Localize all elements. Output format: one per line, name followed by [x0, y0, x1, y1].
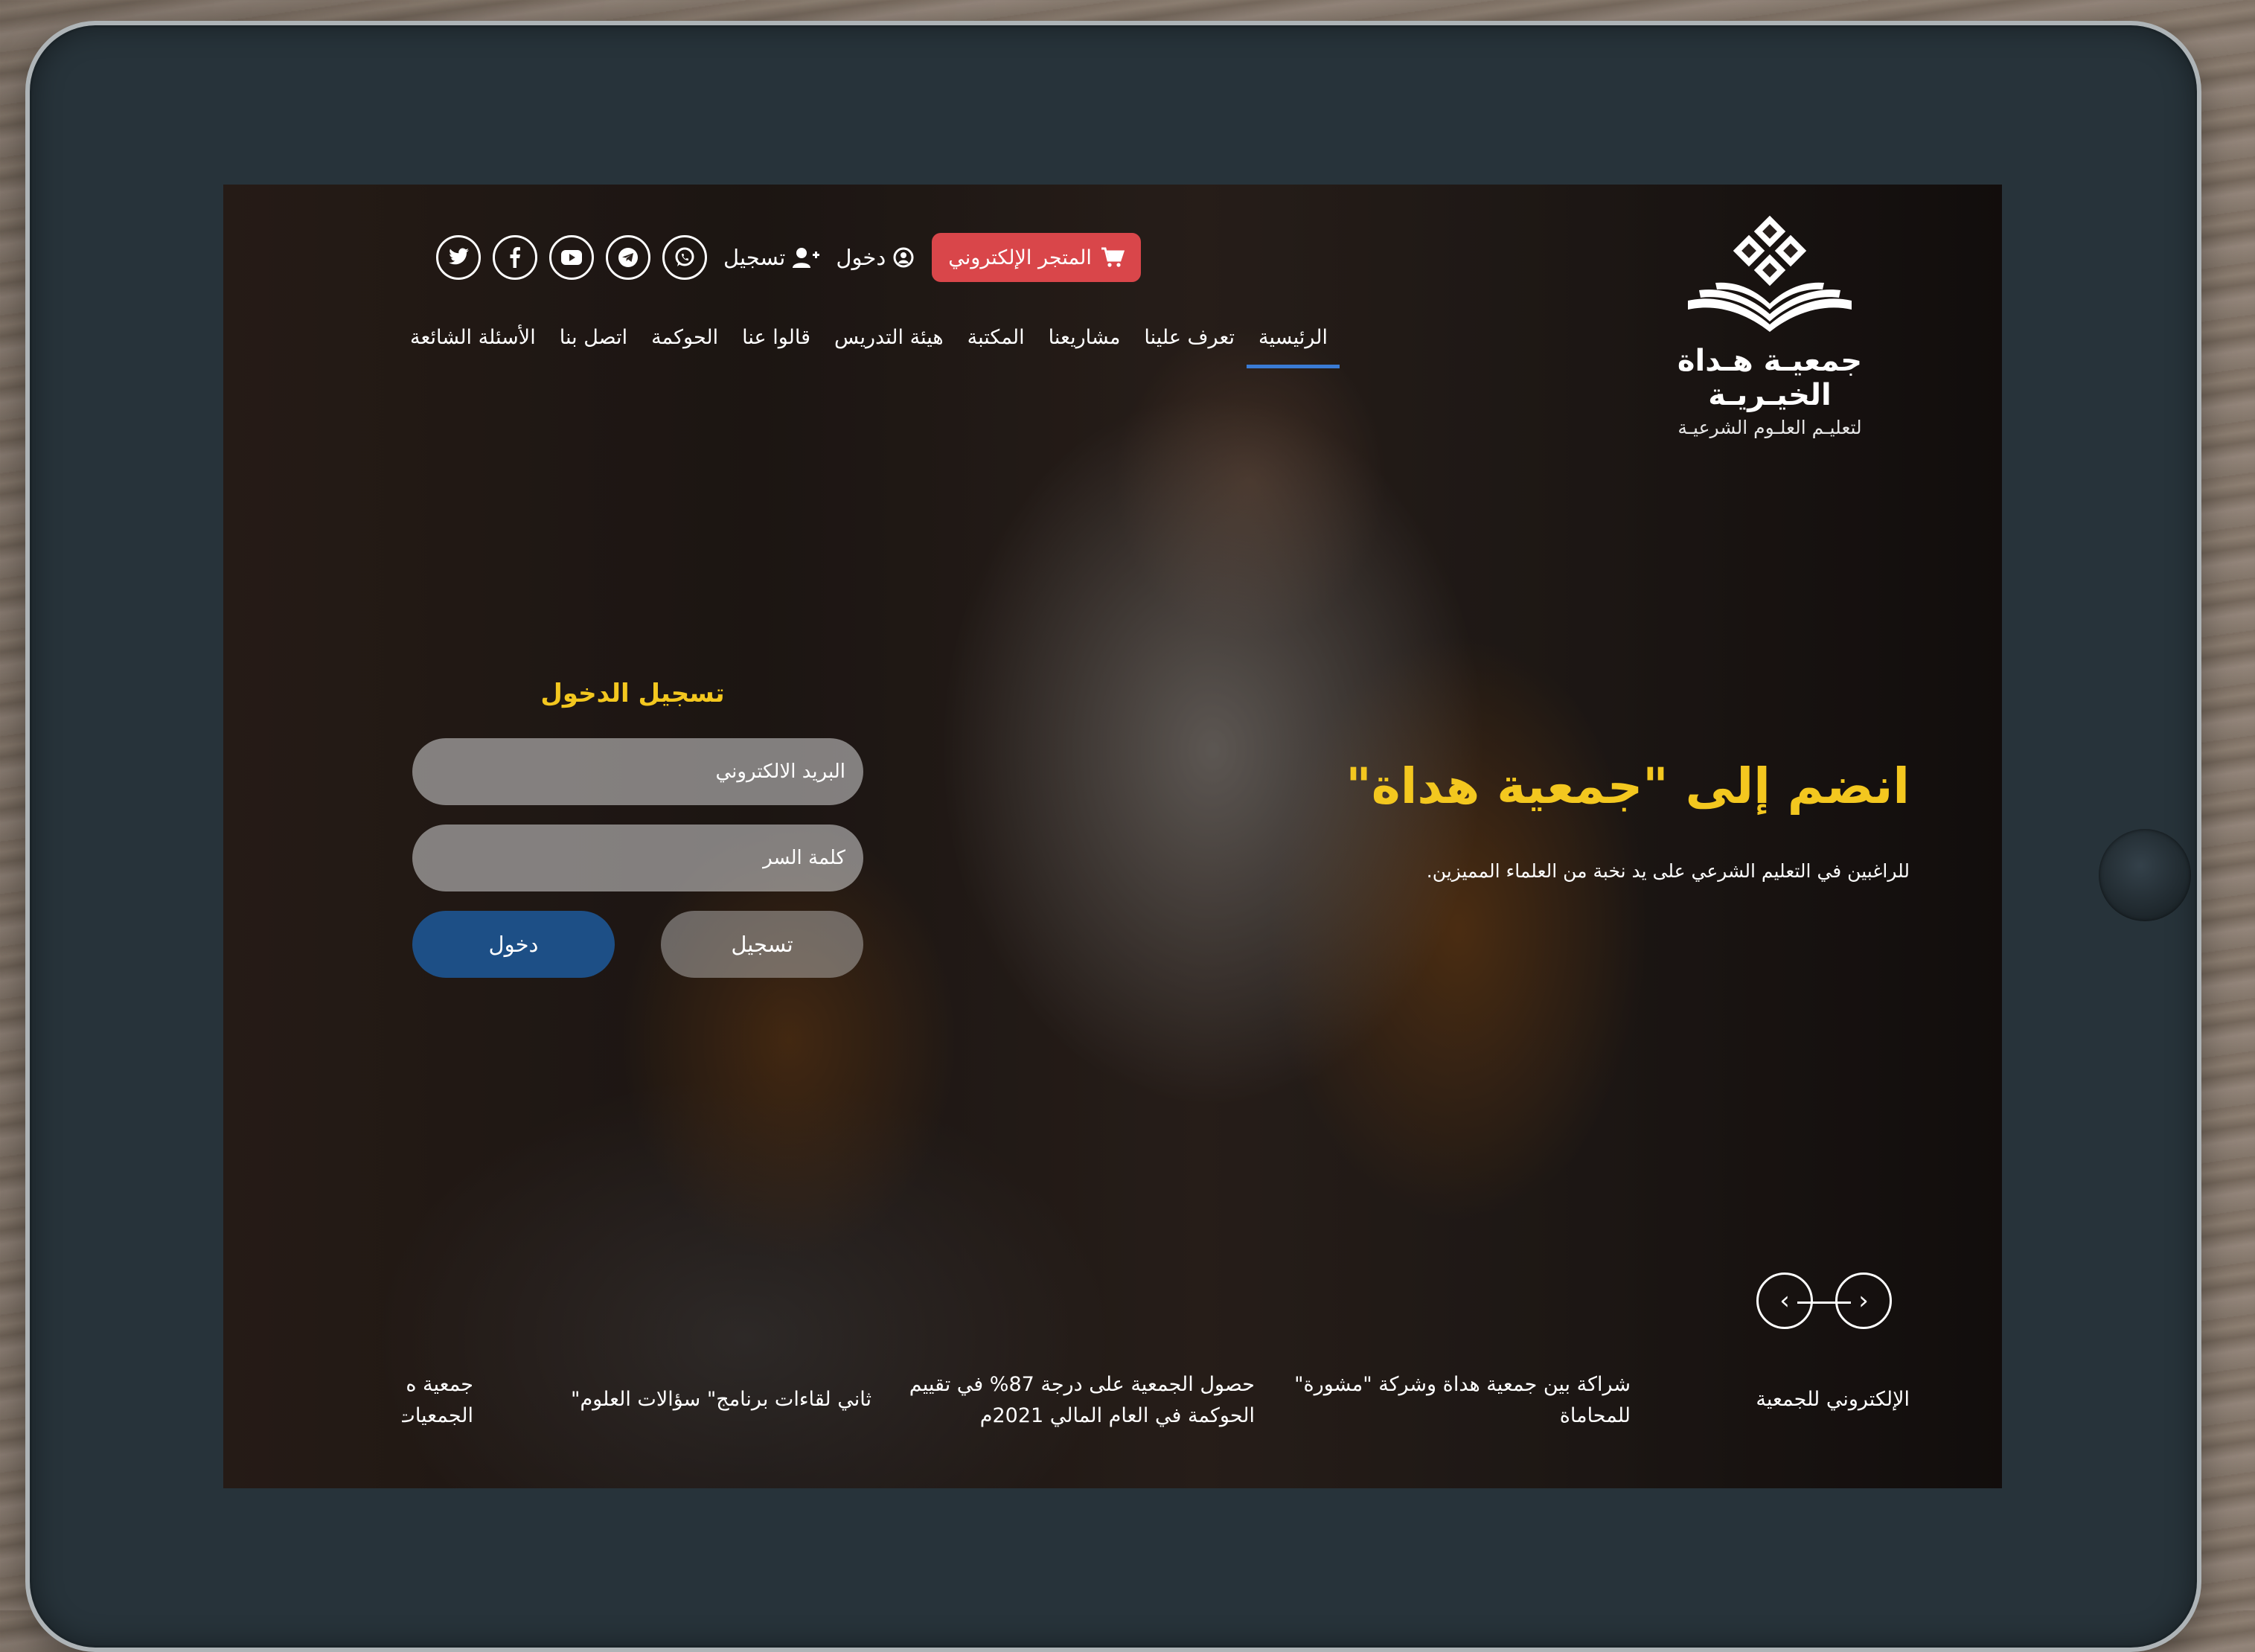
- nav-governance[interactable]: الحوكمة: [639, 326, 730, 349]
- nav-testimonials[interactable]: قالوا عنا: [730, 326, 822, 349]
- facebook-icon[interactable]: [493, 235, 537, 280]
- arrow-left-icon: ‹: [1779, 1286, 1790, 1316]
- main-navigation: الرئيسية تعرف علينا مشاريعنا المكتبة هيئ…: [398, 326, 1340, 368]
- login-link-label: دخول: [836, 245, 886, 270]
- logo-subtitle: لتعليـم العلـوم الشرعيـة: [1677, 417, 1862, 438]
- news-item[interactable]: شراكة بين جمعية هداة وشركة "مشورة" للمحا…: [1281, 1369, 1631, 1432]
- tablet-home-button: [2099, 829, 2191, 921]
- book-logo-icon: [1688, 215, 1852, 332]
- slider-prev-button[interactable]: ‹: [1756, 1272, 1842, 1329]
- user-plus-icon: [793, 248, 820, 268]
- register-button[interactable]: تسجيل: [661, 911, 863, 978]
- site-logo[interactable]: جمعيـة هـداة الخيـريـة لتعليـم العلـوم ا…: [1628, 213, 1911, 438]
- register-link-label: تسجيل: [723, 245, 786, 270]
- youtube-icon[interactable]: [549, 235, 594, 280]
- cart-icon: [1101, 247, 1125, 267]
- logo-title: جمعيـة هـداة الخيـريـة: [1677, 344, 1863, 412]
- nav-faq[interactable]: الأسئلة الشائعة: [398, 326, 548, 349]
- password-placeholder: كلمة السر: [763, 847, 845, 869]
- online-store-button[interactable]: المتجر الإلكتروني: [932, 233, 1141, 282]
- nav-about[interactable]: تعرف علينا: [1132, 326, 1247, 349]
- whatsapp-icon[interactable]: [662, 235, 707, 280]
- email-field[interactable]: البريد الالكتروني: [412, 738, 863, 805]
- news-item-line: جمعية ه: [406, 1373, 473, 1396]
- nav-faculty[interactable]: هيئة التدريس: [822, 326, 956, 349]
- register-link[interactable]: تسجيل: [723, 245, 820, 270]
- news-item-line: الإلكتروني للجمعية: [1756, 1388, 1910, 1411]
- slider-next-button[interactable]: ›: [1806, 1272, 1892, 1329]
- hero-subtitle: للراغبين في التعليم الشرعي على يد نخبة م…: [1426, 860, 1910, 882]
- news-item-line: للمحاماة: [1559, 1404, 1631, 1427]
- news-item-line: حصول الجمعية على درجة 87% في تقييم: [909, 1373, 1255, 1396]
- nav-library[interactable]: المكتبة: [956, 326, 1037, 349]
- news-item-line: الجمعيات: [402, 1404, 473, 1427]
- arrow-right-icon: ›: [1858, 1286, 1869, 1316]
- nav-home[interactable]: الرئيسية: [1247, 326, 1340, 368]
- email-placeholder: البريد الالكتروني: [715, 761, 845, 783]
- top-bar: تسجيل دخول المتجر الإلكتروني: [402, 231, 1548, 284]
- social-links: [436, 235, 707, 280]
- twitter-icon[interactable]: [436, 235, 481, 280]
- hero-title: انضم إلى "جمعية هداة": [1346, 758, 1910, 815]
- login-button[interactable]: دخول: [412, 911, 615, 978]
- nav-contact[interactable]: اتصل بنا: [548, 326, 639, 349]
- telegram-icon[interactable]: [606, 235, 650, 280]
- news-item-line: ثاني لقاءات برنامج" سؤالات العلوم": [571, 1388, 871, 1411]
- news-item[interactable]: الإلكتروني للجمعية: [1724, 1384, 1910, 1415]
- slider-controls: ‹ ›: [1756, 1272, 1892, 1329]
- login-panel: تسجيل الدخول البريد الالكتروني كلمة السر…: [402, 679, 863, 978]
- news-item[interactable]: حصول الجمعية على درجة 87% في تقييم الحوك…: [905, 1369, 1255, 1432]
- website-screen: جمعيـة هـداة الخيـريـة لتعليـم العلـوم ا…: [223, 185, 2002, 1488]
- news-ticker: الإلكتروني للجمعية شراكة بين جمعية هداة …: [402, 1369, 1910, 1451]
- news-item[interactable]: جمعية ه الجمعيات: [402, 1369, 473, 1432]
- login-link[interactable]: دخول: [836, 245, 914, 270]
- news-item-line: الحوكمة في العام المالي 2021م: [979, 1404, 1255, 1427]
- online-store-label: المتجر الإلكتروني: [948, 246, 1092, 269]
- password-field[interactable]: كلمة السر: [412, 825, 863, 891]
- news-item-line: شراكة بين جمعية هداة وشركة "مشورة": [1294, 1373, 1631, 1396]
- login-actions: دخول تسجيل: [412, 911, 863, 978]
- login-title: تسجيل الدخول: [540, 679, 725, 708]
- nav-projects[interactable]: مشاريعنا: [1037, 326, 1133, 349]
- news-item[interactable]: ثاني لقاءات برنامج" سؤالات العلوم": [544, 1384, 871, 1415]
- user-circle-icon: [893, 247, 914, 268]
